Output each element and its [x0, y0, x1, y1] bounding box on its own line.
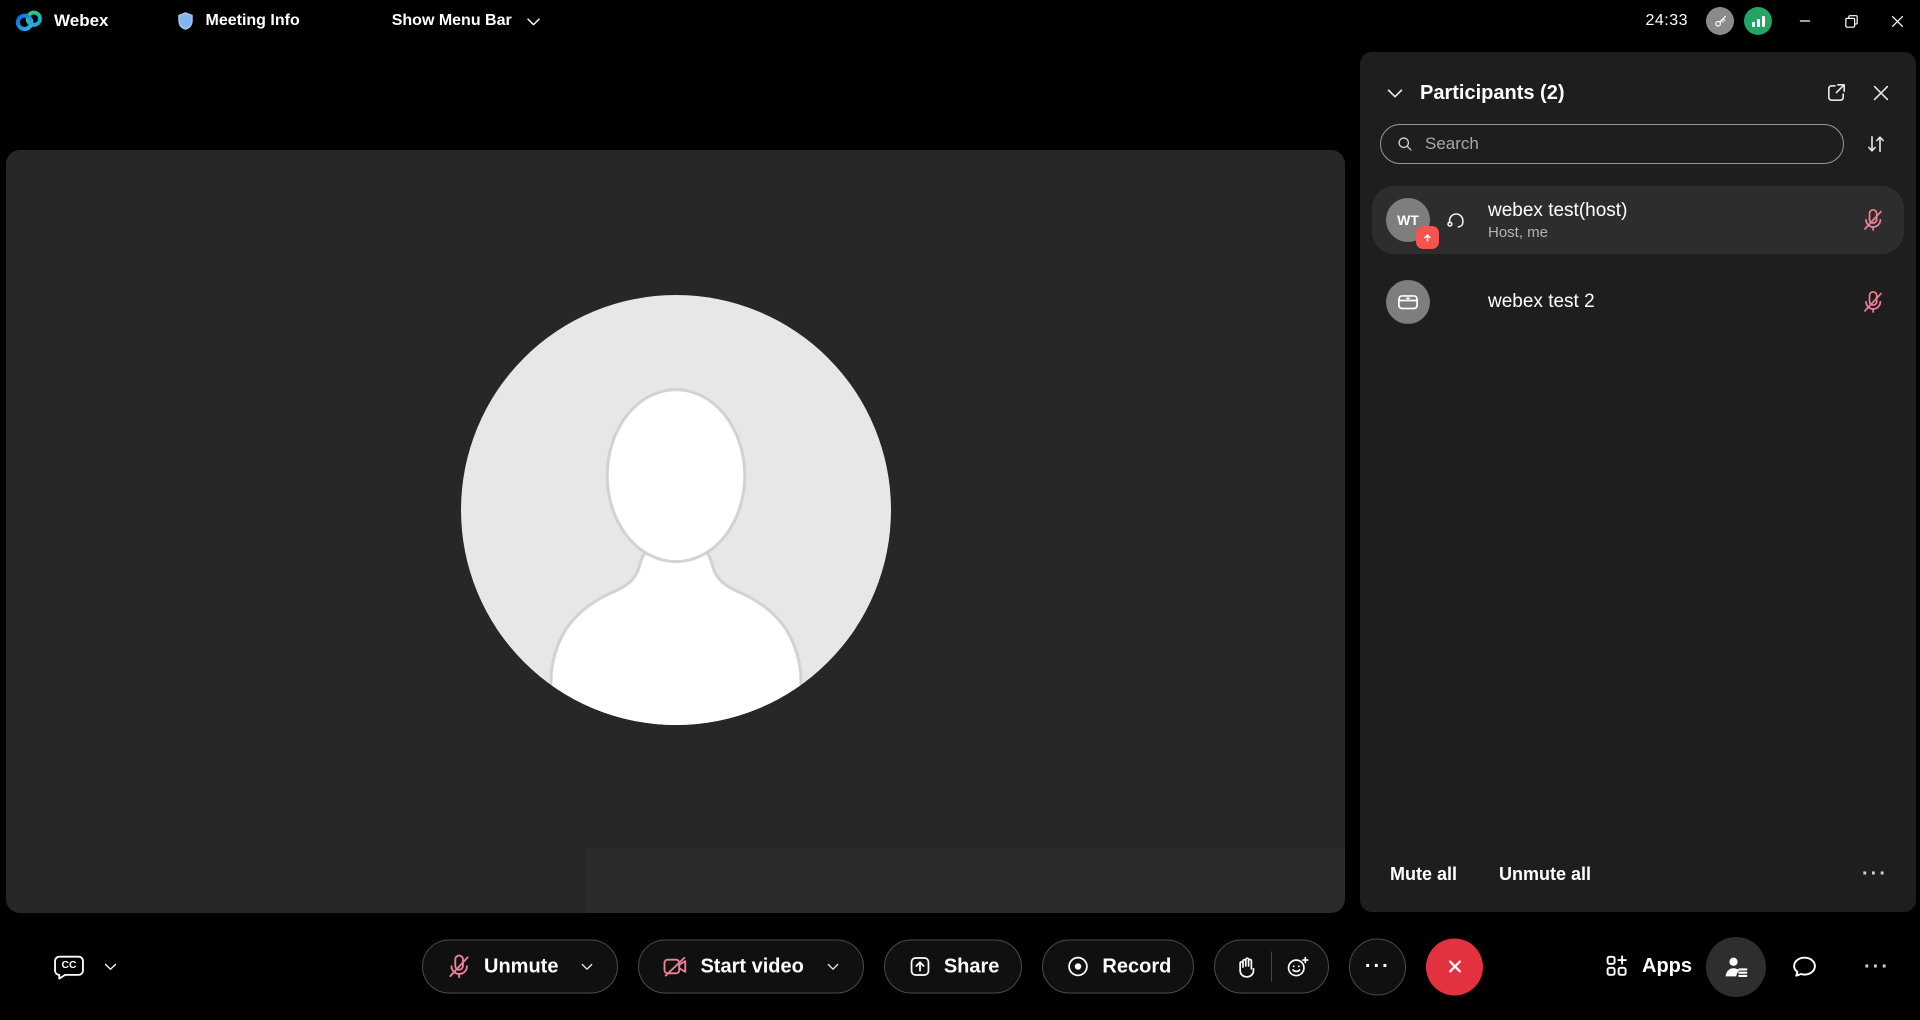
share-label: Share: [944, 955, 1000, 978]
meeting-info-label: Meeting Info: [206, 12, 300, 30]
person-silhouette-icon: [461, 295, 891, 725]
leave-meeting-button[interactable]: [1426, 938, 1483, 995]
key-icon: [1712, 13, 1729, 30]
stage-hover-band: [586, 849, 1345, 913]
search-field[interactable]: [1380, 124, 1844, 164]
unmute-label: Unmute: [484, 955, 558, 978]
webex-meeting-window: Webex Meeting Info Show Menu Bar 24:33: [0, 0, 1920, 1020]
captions-group: CC: [52, 952, 119, 982]
chevron-down-icon[interactable]: [579, 959, 595, 975]
sort-participants-button[interactable]: [1856, 124, 1896, 164]
panel-more-button[interactable]: ···: [1862, 864, 1888, 884]
control-dock: CC Unmute: [0, 913, 1920, 1020]
chat-icon: [1790, 952, 1819, 981]
collapse-chevron-icon[interactable]: [1384, 82, 1406, 104]
share-arrow-icon: [907, 954, 933, 980]
unmute-all-button[interactable]: Unmute all: [1499, 864, 1591, 885]
participants-list: WT webex test(host): [1360, 186, 1916, 336]
participant-name: webex test(host): [1488, 200, 1627, 222]
more-dots-label: ···: [1365, 957, 1391, 977]
minimize-button[interactable]: [1782, 0, 1828, 42]
network-quality-indicator[interactable]: [1744, 7, 1772, 35]
close-window-button[interactable]: [1874, 0, 1920, 42]
record-icon: [1065, 954, 1091, 980]
apps-label: Apps: [1642, 955, 1692, 978]
video-off-icon: [661, 953, 689, 981]
video-stage: [6, 150, 1345, 913]
search-icon: [1395, 134, 1415, 154]
presenter-badge: [1416, 226, 1439, 249]
chat-button[interactable]: [1782, 945, 1826, 989]
reactions-smiley-icon: [1285, 954, 1310, 979]
meeting-timer: 24:33: [1645, 12, 1688, 30]
participants-toggle-button[interactable]: [1706, 937, 1766, 997]
show-menu-bar-label: Show Menu Bar: [392, 12, 512, 30]
participant-avatar-placeholder: [461, 295, 891, 725]
search-input[interactable]: [1425, 134, 1829, 154]
close-panel-icon[interactable]: [1870, 82, 1892, 104]
avatar: [1386, 280, 1430, 324]
cc-chevron-icon[interactable]: [102, 958, 119, 975]
cc-icon[interactable]: CC: [52, 952, 86, 982]
participant-role: Host, me: [1488, 224, 1627, 241]
network-bar: [1752, 22, 1755, 27]
participants-panel-header: Participants (2): [1360, 66, 1916, 120]
mic-muted-icon[interactable]: [1860, 207, 1886, 233]
participants-icon: [1721, 952, 1751, 982]
record-label: Record: [1102, 955, 1171, 978]
apps-grid-icon: [1604, 953, 1631, 980]
dock-more-button[interactable]: ···: [1864, 957, 1890, 977]
title-bar: Webex Meeting Info Show Menu Bar 24:33: [0, 0, 1920, 42]
secondary-controls: Apps ···: [1604, 937, 1890, 997]
raise-hand-button[interactable]: [1221, 940, 1271, 994]
headset-icon: [1444, 208, 1468, 232]
avatar: WT: [1386, 198, 1430, 242]
start-video-label: Start video: [700, 955, 803, 978]
participants-search-row: [1380, 124, 1896, 164]
key-indicator[interactable]: [1706, 7, 1734, 35]
participant-name: webex test 2: [1488, 291, 1595, 313]
network-bar: [1757, 19, 1760, 27]
mic-muted-icon[interactable]: [1860, 289, 1886, 315]
start-video-button[interactable]: Start video: [638, 940, 863, 994]
more-options-button[interactable]: ···: [1349, 938, 1406, 995]
reactions-group: [1214, 940, 1329, 994]
reactions-button[interactable]: [1272, 940, 1322, 994]
mic-muted-icon: [445, 953, 473, 981]
record-button[interactable]: Record: [1042, 940, 1194, 994]
restore-icon: [1843, 13, 1860, 30]
mute-all-button[interactable]: Mute all: [1390, 864, 1457, 885]
apps-button[interactable]: Apps: [1604, 953, 1692, 980]
participants-panel-footer: Mute all Unmute all ···: [1360, 842, 1916, 912]
shield-icon: [175, 10, 196, 32]
primary-controls: Unmute Start video: [422, 938, 1483, 995]
network-bar: [1762, 16, 1765, 27]
share-button[interactable]: Share: [884, 940, 1023, 994]
participants-panel: Participants (2): [1360, 52, 1916, 912]
close-icon: [1889, 13, 1906, 30]
pop-out-icon[interactable]: [1824, 81, 1848, 105]
restore-button[interactable]: [1828, 0, 1874, 42]
arrow-up-icon: [1421, 231, 1434, 244]
minimize-icon: [1797, 13, 1813, 29]
webex-logo-icon: [14, 7, 44, 35]
chevron-down-icon[interactable]: [825, 959, 841, 975]
raise-hand-icon: [1234, 954, 1259, 979]
chevron-down-icon: [524, 12, 543, 31]
show-menu-bar-button[interactable]: Show Menu Bar: [392, 12, 543, 31]
webex-brand: Webex: [14, 7, 109, 35]
device-icon: [1395, 289, 1421, 315]
leave-x-icon: [1442, 954, 1468, 980]
unmute-button[interactable]: Unmute: [422, 940, 618, 994]
participant-row-host[interactable]: WT webex test(host): [1372, 186, 1904, 254]
participant-row-guest[interactable]: webex test 2: [1372, 268, 1904, 336]
app-name-label: Webex: [54, 11, 109, 31]
cc-label: CC: [61, 959, 77, 970]
participants-panel-title: Participants (2): [1420, 82, 1564, 105]
sort-icon: [1864, 132, 1888, 156]
meeting-info-button[interactable]: Meeting Info: [175, 10, 300, 32]
